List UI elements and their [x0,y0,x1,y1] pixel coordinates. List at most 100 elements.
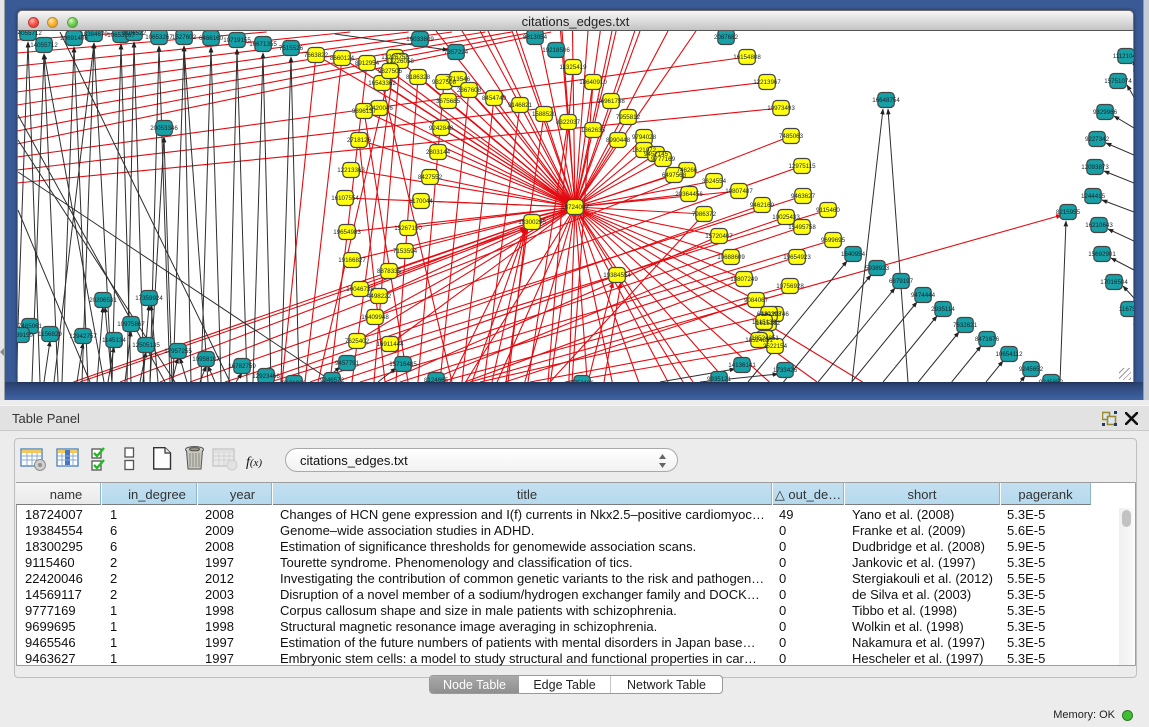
svg-text:8186328: 8186328 [406,74,431,81]
svg-text:9115460: 9115460 [816,207,840,214]
svg-text:1733426: 1733426 [773,367,798,374]
svg-text:8215955: 8215955 [1056,209,1081,216]
svg-text:7515526: 7515526 [279,45,304,52]
svg-text:9699695: 9699695 [821,237,846,244]
svg-text:2935114: 2935114 [931,306,955,313]
svg-text:18724007: 18724007 [561,204,589,211]
svg-text:16154808: 16154808 [733,54,761,61]
svg-text:12213363: 12213363 [337,167,365,174]
svg-text:16648754: 16648754 [872,97,900,104]
svg-text:9457791: 9457791 [335,360,360,367]
svg-text:5938923: 5938923 [865,265,890,272]
svg-text:19218506: 19218506 [542,47,570,54]
svg-text:2522154: 2522154 [763,343,788,350]
svg-text:9463627: 9463627 [791,193,816,200]
svg-text:16961758: 16961758 [597,98,625,105]
svg-text:14136141: 14136141 [728,362,756,369]
svg-text:9131966: 9131966 [282,380,307,382]
svg-text:10046738: 10046738 [346,286,374,293]
svg-text:18524851: 18524851 [745,337,773,344]
svg-text:15716485: 15716485 [389,361,417,368]
svg-text:16911444: 16911444 [376,341,404,348]
svg-text:1640954: 1640954 [841,251,866,258]
svg-text:9245652: 9245652 [1039,379,1064,382]
svg-text:18300295: 18300295 [518,219,546,226]
svg-text:1244415: 1244415 [1081,193,1106,200]
svg-text:12213967: 12213967 [753,79,781,86]
svg-text:10025433: 10025433 [772,214,800,221]
svg-text:2087682: 2087682 [714,34,739,41]
svg-text:16107554: 16107554 [331,195,359,202]
svg-text:16210643: 16210643 [1085,222,1113,229]
svg-text:10975867: 10975867 [117,321,145,328]
svg-text:18640910: 18640910 [579,79,607,86]
svg-text:12975115: 12975115 [788,163,816,170]
svg-text:7632621: 7632621 [953,322,978,329]
svg-text:18807249: 18807249 [730,276,758,283]
svg-text:6120393: 6120393 [757,311,782,318]
svg-text:6466160: 6466160 [199,35,224,42]
svg-text:11325419: 11325419 [559,64,587,71]
svg-text:16033809: 16033809 [406,36,434,43]
svg-text:1527602: 1527602 [172,34,197,41]
svg-text:7663822: 7663822 [304,52,329,59]
svg-text:8471676: 8471676 [975,336,1000,343]
svg-text:12093873: 12093873 [1081,164,1109,171]
svg-text:7153594: 7153594 [393,248,418,255]
svg-text:1588520: 1588520 [532,111,557,118]
svg-text:7485061: 7485061 [18,323,43,330]
svg-text:10688609: 10688609 [717,254,745,261]
svg-text:7485063: 7485063 [779,133,804,140]
svg-text:9084067: 9084067 [744,297,769,304]
svg-text:6879197: 6879197 [889,278,914,285]
svg-text:2867608: 2867608 [457,87,482,94]
svg-text:8454749: 8454749 [482,95,507,102]
svg-text:10719155: 10719155 [223,37,251,44]
svg-text:4498222: 4498222 [367,293,392,300]
svg-text:9242848: 9242848 [429,125,454,132]
svg-text:f(x): f(x) [246,455,262,470]
svg-text:2718126: 2718126 [347,137,372,144]
svg-text:12505135: 12505135 [132,342,160,349]
svg-text:9794028: 9794028 [632,134,657,141]
svg-text:8124665: 8124665 [424,377,449,382]
svg-text:17016504: 17016504 [1100,279,1128,286]
svg-text:19384554: 19384554 [603,272,631,279]
svg-text:10654112: 10654112 [995,351,1023,358]
svg-text:10756928: 10756928 [776,283,804,290]
svg-text:14055712: 14055712 [17,31,42,37]
svg-text:8322037: 8322037 [556,119,581,126]
svg-text:9146821: 9146821 [508,102,533,109]
svg-text:9474444: 9474444 [911,292,936,299]
svg-text:12942757: 12942757 [69,333,97,340]
svg-text:1145134: 1145134 [102,337,126,344]
svg-text:1362635: 1362635 [581,127,606,134]
svg-text:14055712: 14055712 [30,42,58,49]
svg-text:15495758: 15495758 [788,224,816,231]
svg-text:11121041: 11121041 [1113,53,1134,60]
svg-text:8990448: 8990448 [606,137,631,144]
svg-text:17359924: 17359924 [135,295,163,302]
svg-text:7357224: 7357224 [444,49,469,56]
svg-text:9106522: 9106522 [122,31,147,37]
svg-text:116753: 116753 [1119,306,1134,313]
svg-text:9329966: 9329966 [1093,109,1118,116]
svg-text:8639159: 8639159 [17,332,34,339]
svg-text:7713546: 7713546 [446,76,471,83]
svg-text:1156829: 1156829 [38,331,62,338]
svg-text:16543362: 16543362 [368,80,396,87]
svg-text:19166827: 19166827 [338,257,366,264]
svg-text:8427552: 8427552 [418,174,443,181]
svg-text:13226058: 13226058 [386,58,414,65]
svg-text:7751106: 7751106 [570,380,594,382]
svg-text:18384679: 18384679 [80,31,108,38]
svg-text:20364456: 20364456 [675,191,703,198]
svg-text:3675685: 3675685 [436,98,461,105]
svg-text:15267150: 15267150 [394,225,422,232]
svg-text:9462160: 9462160 [750,202,775,209]
svg-text:2803144: 2803144 [426,149,451,156]
svg-text:9896137: 9896137 [352,108,377,115]
svg-text:10653267: 10653267 [145,34,173,41]
svg-text:16409948: 16409948 [361,314,389,321]
svg-text:15751074: 15751074 [1104,78,1132,85]
